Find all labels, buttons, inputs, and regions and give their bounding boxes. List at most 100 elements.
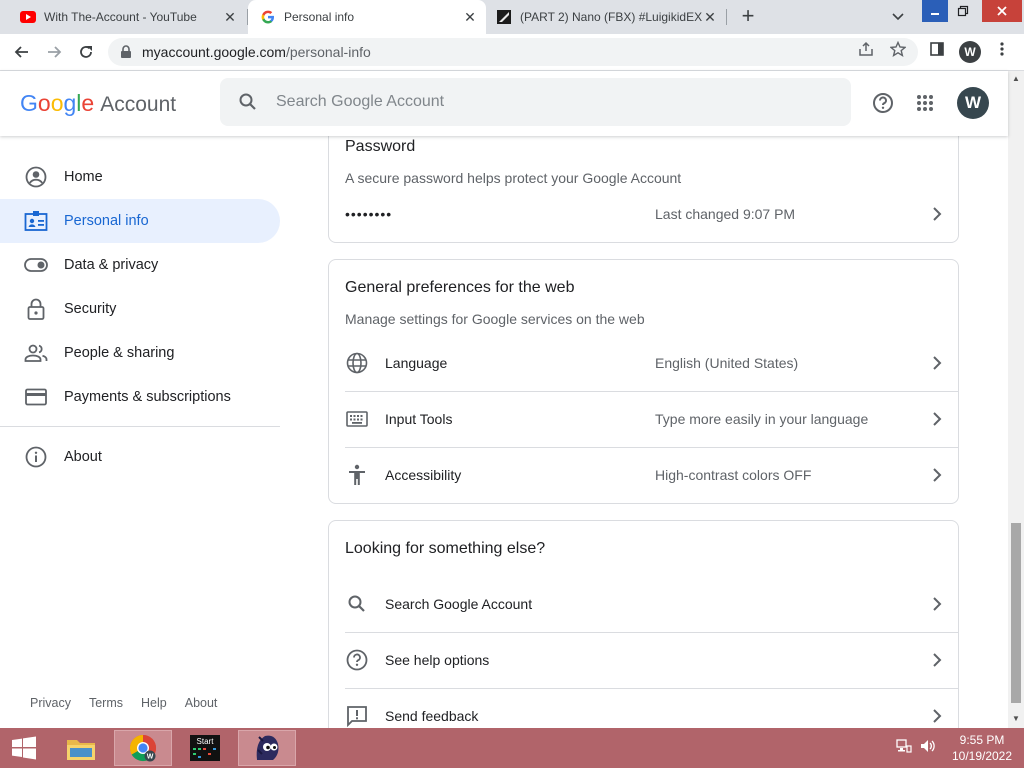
chevron-right-icon xyxy=(925,202,949,226)
sidebar-item-security[interactable]: Security xyxy=(0,287,280,331)
row-label: Send feedback xyxy=(385,708,479,724)
file-explorer-icon[interactable] xyxy=(52,730,110,766)
search-account-row[interactable]: Search Google Account xyxy=(345,576,959,632)
url-host: myaccount.google.com xyxy=(142,44,286,60)
sidebar-item-home[interactable]: Home xyxy=(0,155,280,199)
search-bar[interactable] xyxy=(220,78,851,126)
info-icon xyxy=(24,445,48,469)
sidebar-item-about[interactable]: About xyxy=(0,435,280,479)
google-wordmark: Google xyxy=(20,90,94,117)
sidebar-item-data-privacy[interactable]: Data & privacy xyxy=(0,243,280,287)
row-label: Language xyxy=(385,355,448,371)
browser-toolbar: myaccount.google.com/personal-info W xyxy=(0,34,1024,71)
card-title: General preferences for the web xyxy=(345,279,575,296)
sidebar-item-label: Home xyxy=(64,169,103,185)
sidebar-divider xyxy=(0,426,280,427)
scroll-down-arrow-icon[interactable]: ▼ xyxy=(1012,715,1020,723)
chevron-right-icon xyxy=(925,407,949,431)
google-wordmark-letter: o xyxy=(50,90,64,116)
network-icon[interactable] xyxy=(896,738,912,759)
tab-youtube[interactable]: With The-Account - YouTube ✕ xyxy=(14,0,246,34)
chevron-right-icon xyxy=(925,648,949,672)
footer-links: Privacy Terms Help About xyxy=(30,696,217,710)
help-options-row[interactable]: See help options xyxy=(345,632,959,688)
footer-link-terms[interactable]: Terms xyxy=(89,696,123,710)
sidebar-item-people-sharing[interactable]: People & sharing xyxy=(0,331,280,375)
sidebar-item-payments[interactable]: Payments & subscriptions xyxy=(0,375,280,419)
send-feedback-row[interactable]: Send feedback xyxy=(345,688,959,728)
lock-icon xyxy=(24,297,48,321)
search-input[interactable] xyxy=(276,93,796,111)
sidebar-item-personal-info[interactable]: Personal info xyxy=(0,199,280,243)
search-icon xyxy=(345,592,369,616)
taskbar-clock[interactable]: 9:55 PM 10/19/2022 xyxy=(944,732,1020,764)
row-label: Input Tools xyxy=(385,411,453,427)
close-icon[interactable]: ✕ xyxy=(462,9,478,25)
deviantart-icon xyxy=(496,9,512,25)
credit-card-icon xyxy=(24,385,48,409)
google-wordmark-letter: g xyxy=(63,90,77,116)
main-content: Password A secure password helps protect… xyxy=(300,136,1008,728)
tab-search-chevron-icon[interactable] xyxy=(888,8,908,26)
restore-button[interactable] xyxy=(950,0,976,22)
toggle-icon xyxy=(24,253,48,277)
help-icon[interactable] xyxy=(871,91,895,115)
account-avatar[interactable]: W xyxy=(957,87,989,119)
card-subtitle: A secure password helps protect your Goo… xyxy=(345,170,682,186)
reload-icon[interactable] xyxy=(74,40,98,64)
bookmark-star-icon[interactable] xyxy=(889,40,907,58)
back-arrow-icon[interactable] xyxy=(10,40,34,64)
input-tools-row[interactable]: Input Tools Type more easily in your lan… xyxy=(345,391,959,447)
close-icon[interactable]: ✕ xyxy=(222,9,238,25)
windows-start-icon[interactable] xyxy=(0,730,48,766)
footer-link-help[interactable]: Help xyxy=(141,696,167,710)
accessibility-row[interactable]: Accessibility High-contrast colors OFF xyxy=(345,447,959,503)
row-label: Search Google Account xyxy=(385,596,533,612)
row-label: See help options xyxy=(385,652,490,668)
footer-link-privacy[interactable]: Privacy xyxy=(30,696,71,710)
scroll-up-arrow-icon[interactable]: ▲ xyxy=(1012,75,1020,83)
chrome-profile-avatar[interactable]: W xyxy=(959,41,981,63)
apps-grid-icon[interactable] xyxy=(913,91,937,115)
side-panel-icon[interactable] xyxy=(928,40,946,58)
accessibility-icon xyxy=(345,463,369,487)
google-account-logo[interactable]: Google Account xyxy=(20,90,176,117)
svg-text:W: W xyxy=(147,754,154,761)
share-icon[interactable] xyxy=(857,40,875,58)
password-row[interactable]: •••••••• Last changed 9:07 PM xyxy=(345,186,959,242)
close-icon[interactable]: ✕ xyxy=(702,9,718,25)
character-app-icon[interactable] xyxy=(238,730,296,766)
page-scrollbar[interactable]: ▲ ▼ xyxy=(1008,71,1024,728)
start-app-label: Start xyxy=(197,737,215,746)
sidebar-item-label: People & sharing xyxy=(64,345,175,361)
row-value: High-contrast colors OFF xyxy=(655,467,812,483)
chrome-taskbar-icon[interactable]: W xyxy=(114,730,172,766)
tab-deviantart[interactable]: (PART 2) Nano (FBX) #LuigikidEX ✕ xyxy=(488,0,726,34)
looking-for-something-else-card: Looking for something else? Search Googl… xyxy=(328,520,959,728)
tab-separator xyxy=(726,9,727,25)
scrollbar-thumb[interactable] xyxy=(1011,523,1021,703)
tab-personal-info[interactable]: Personal info ✕ xyxy=(248,0,486,34)
new-tab-button[interactable]: + xyxy=(736,5,760,28)
url-path: /personal-info xyxy=(285,44,371,60)
account-circle-icon xyxy=(24,165,48,189)
minimize-button[interactable] xyxy=(922,0,948,22)
keyboard-icon xyxy=(345,407,369,431)
footer-link-about[interactable]: About xyxy=(185,696,218,710)
feedback-icon xyxy=(345,704,369,728)
google-wordmark-letter: e xyxy=(81,90,95,116)
card-subtitle: Manage settings for Google services on t… xyxy=(345,311,645,327)
clock-date: 10/19/2022 xyxy=(951,749,1013,763)
system-tray xyxy=(896,738,944,758)
address-bar[interactable]: myaccount.google.com/personal-info xyxy=(108,38,918,66)
search-icon[interactable] xyxy=(220,78,276,126)
tab-title: With The-Account - YouTube xyxy=(44,10,197,24)
globe-icon xyxy=(345,351,369,375)
language-row[interactable]: Language English (United States) xyxy=(345,335,959,391)
forward-arrow-icon[interactable] xyxy=(42,40,66,64)
window-close-button[interactable] xyxy=(982,0,1022,22)
start-app-icon[interactable]: Start xyxy=(176,730,234,766)
chevron-right-icon xyxy=(925,351,949,375)
kebab-menu-icon[interactable] xyxy=(993,40,1011,58)
volume-icon[interactable] xyxy=(920,738,936,759)
